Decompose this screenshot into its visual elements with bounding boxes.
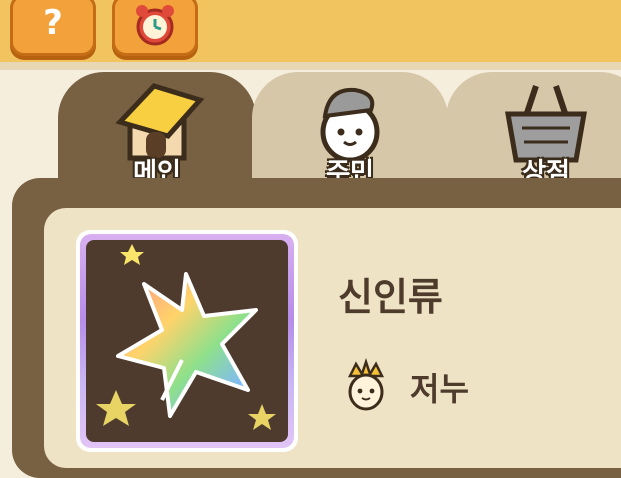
card-background	[86, 240, 288, 442]
top-bar: ?	[0, 0, 621, 70]
help-button[interactable]: ?	[10, 0, 96, 56]
question-mark-icon: ?	[43, 3, 63, 43]
alarm-clock-icon	[136, 5, 174, 46]
island-emblem-card[interactable]	[76, 230, 298, 452]
owner-name: 저누	[410, 370, 469, 408]
island-name: 신인류	[338, 275, 443, 319]
top-bar-shadow	[0, 62, 621, 70]
rainbow-leaf-icon	[96, 244, 276, 430]
alarm-clock-button[interactable]	[112, 0, 198, 56]
crowned-resident-icon	[347, 358, 385, 411]
